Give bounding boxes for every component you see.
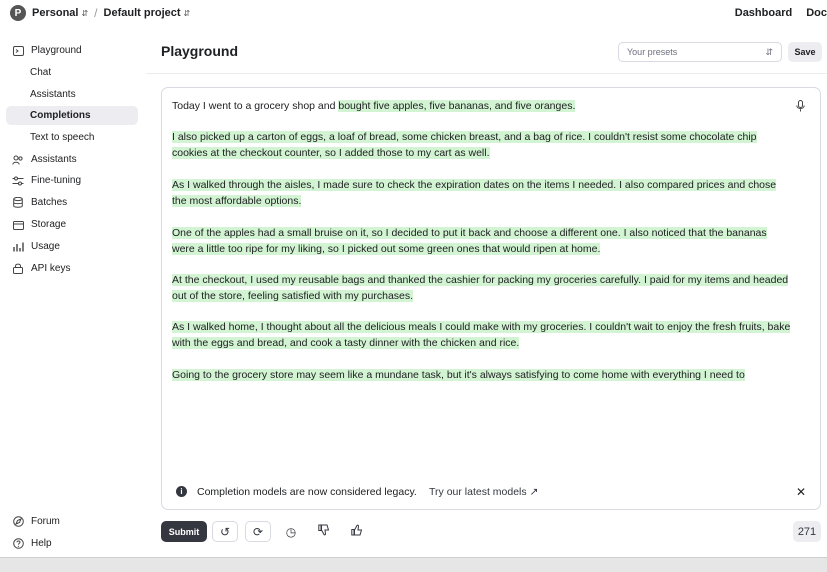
updown-chevron-icon: ⇵ <box>765 46 773 57</box>
header-divider <box>146 73 827 74</box>
close-icon[interactable]: ✕ <box>796 485 806 499</box>
thumbs-up-icon <box>351 524 363 539</box>
sidebar-item-help[interactable]: Help <box>6 534 138 553</box>
generated-text: Going to the grocery store may seem like… <box>172 369 745 381</box>
terminal-icon <box>12 45 24 57</box>
legacy-notice-text: Completion models are now considered leg… <box>197 486 417 498</box>
latest-models-link[interactable]: Try our latest models ↗ <box>429 486 538 498</box>
history-icon: ◷ <box>285 524 297 539</box>
token-count-badge: 271 <box>793 521 821 542</box>
thumbs-down-icon <box>318 524 330 539</box>
sidebar-item-fine-tuning[interactable]: Fine-tuning <box>6 171 138 190</box>
completion-paragraph: Today I went to a grocery shop and bough… <box>172 98 792 114</box>
completion-paragraph: One of the apples had a small bruise on … <box>172 225 792 257</box>
thumbs-down-button[interactable] <box>311 521 337 542</box>
sidebar-item-api-keys[interactable]: API keys <box>6 259 138 278</box>
completion-paragraph: I also picked up a carton of eggs, a loa… <box>172 129 792 161</box>
generated-text: As I walked home, I thought about all th… <box>172 321 791 349</box>
sidebar-item-label: Assistants <box>31 154 77 165</box>
sidebar-item-label: Help <box>31 538 52 549</box>
presets-placeholder: Your presets <box>627 47 678 57</box>
save-button[interactable]: Save <box>788 42 822 62</box>
regenerate-icon: ⟳ <box>252 524 264 539</box>
chart-icon <box>12 241 24 253</box>
completion-paragraph: As I walked through the aisles, I made s… <box>172 177 792 209</box>
sidebar-item-label: API keys <box>31 263 71 274</box>
sidebar-item-label: Forum <box>31 516 60 527</box>
sidebar-item-storage[interactable]: Storage <box>6 215 138 234</box>
generated-text: As I walked through the aisles, I made s… <box>172 179 777 207</box>
generated-text: One of the apples had a small bruise on … <box>172 227 767 255</box>
taskbar-strip <box>0 557 827 572</box>
undo-icon: ↺ <box>219 524 231 539</box>
presets-select[interactable]: Your presets ⇵ <box>618 42 782 62</box>
info-icon: i <box>176 486 187 497</box>
sidebar-item-label: Completions <box>30 110 91 121</box>
thumbs-up-button[interactable] <box>344 521 370 542</box>
sidebar-item-label: Text to speech <box>30 132 95 143</box>
sidebar-item-usage[interactable]: Usage <box>6 237 138 256</box>
sidebar-item-text-to-speech[interactable]: Text to speech <box>6 128 138 147</box>
sidebar-item-chat[interactable]: Chat <box>6 63 138 82</box>
page-title: Playground <box>161 43 239 59</box>
help-icon <box>12 538 24 550</box>
breadcrumb-separator: / <box>94 6 98 20</box>
sidebar-item-label: Chat <box>30 67 52 78</box>
dashboard-link[interactable]: Dashboard <box>735 7 792 19</box>
history-button[interactable]: ◷ <box>278 521 304 542</box>
undo-button[interactable]: ↺ <box>212 521 238 542</box>
sidebar-item-label: Batches <box>31 197 68 208</box>
sidebar-item-label: Storage <box>31 219 67 230</box>
generated-text: At the checkout, I used my reusable bags… <box>172 274 789 302</box>
microphone-icon[interactable] <box>794 99 806 113</box>
prompt-text: Today I went to a grocery shop and <box>172 100 339 112</box>
lock-icon <box>12 263 24 275</box>
org-switcher[interactable]: Personal <box>32 7 78 19</box>
completion-paragraph: As I walked home, I thought about all th… <box>172 319 792 351</box>
sidebar-item-label: Playground <box>31 45 82 56</box>
assistants-icon <box>12 154 24 166</box>
completion-paragraph: Going to the grocery store may seem like… <box>172 367 792 383</box>
completion-paragraph: At the checkout, I used my reusable bags… <box>172 272 792 304</box>
sidebar-item-label: Assistants <box>30 89 76 100</box>
sidebar-item-forum[interactable]: Forum <box>6 512 138 531</box>
submit-button[interactable]: Submit <box>161 521 207 542</box>
generated-text: I also picked up a carton of eggs, a loa… <box>172 131 757 159</box>
sidebar-item-assistants[interactable]: Assistants <box>6 150 138 169</box>
sidebar-item-label: Usage <box>31 241 60 252</box>
generated-text: bought five apples, five bananas, and fi… <box>338 100 576 112</box>
sidebar-item-label: Fine-tuning <box>31 175 82 186</box>
globe-icon <box>12 516 24 528</box>
sidebar-item-completions[interactable]: Completions <box>6 106 138 125</box>
external-link-icon: ↗ <box>529 486 539 498</box>
tune-icon <box>12 175 24 187</box>
updown-chevron-icon[interactable]: ⇵ <box>81 9 88 18</box>
sidebar-item-batches[interactable]: Batches <box>6 193 138 212</box>
project-switcher[interactable]: Default project <box>104 7 181 19</box>
sidebar-item-assistants-playground[interactable]: Assistants <box>6 85 138 104</box>
storage-icon <box>12 219 24 231</box>
latest-models-link-label: Try our latest models <box>429 486 527 498</box>
updown-chevron-icon[interactable]: ⇵ <box>184 9 191 18</box>
org-avatar[interactable]: P <box>10 5 26 21</box>
sidebar-item-playground[interactable]: Playground <box>6 41 138 60</box>
docs-link[interactable]: Doc <box>806 7 827 19</box>
database-icon <box>12 197 24 209</box>
top-bar: P Personal ⇵ / Default project ⇵ Dashboa… <box>0 0 827 26</box>
regenerate-button[interactable]: ⟳ <box>245 521 271 542</box>
